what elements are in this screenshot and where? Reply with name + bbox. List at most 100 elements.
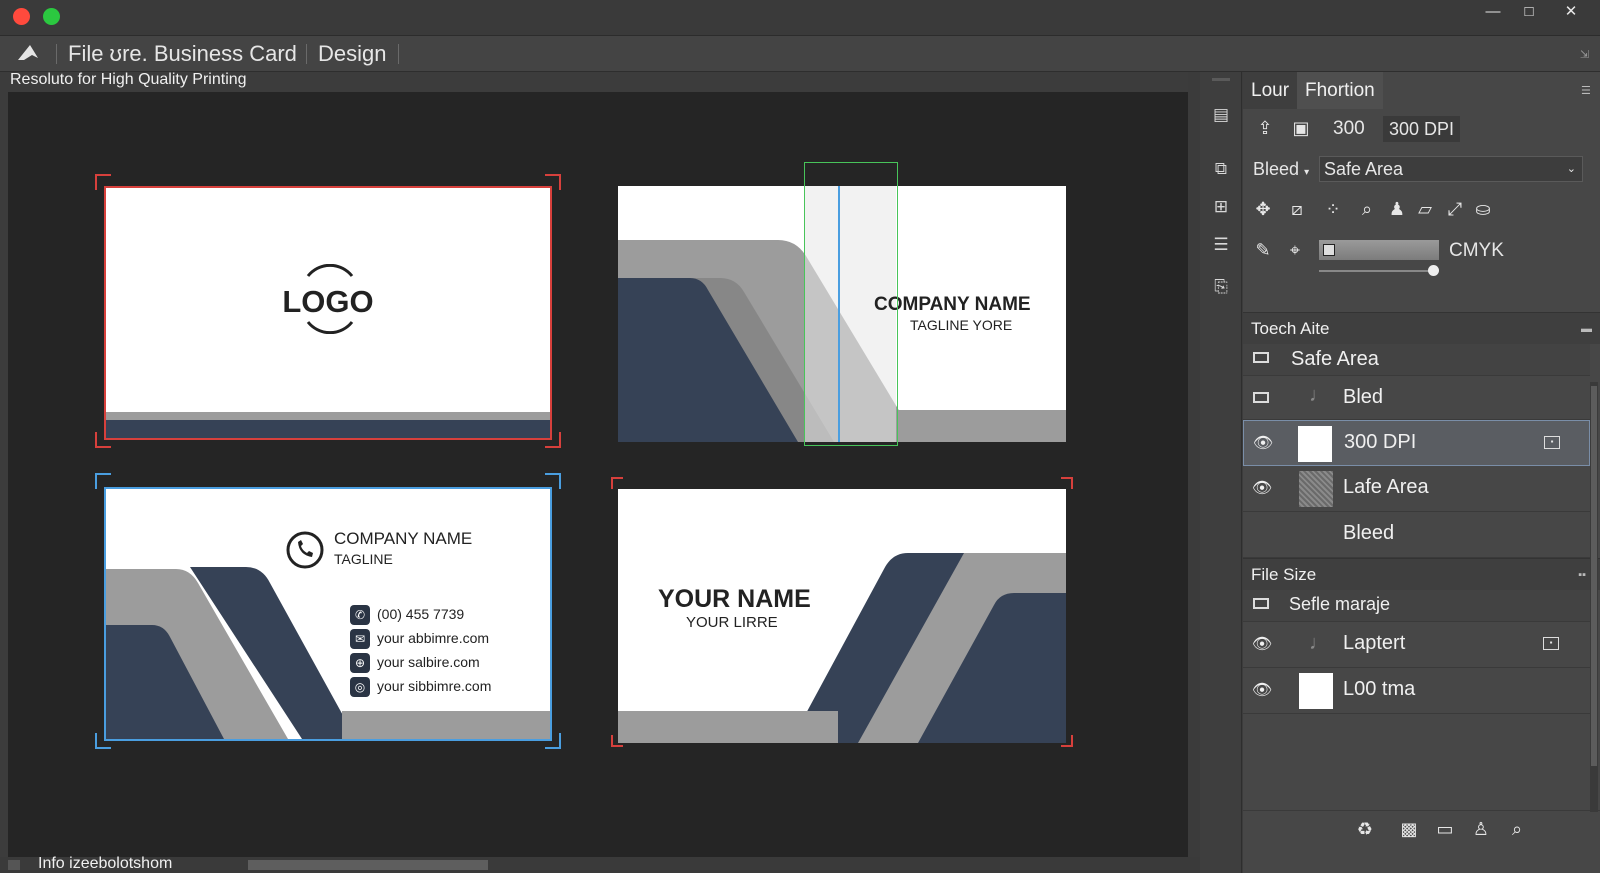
layer-row[interactable]: 👁 Lafe Area bbox=[1243, 466, 1590, 512]
image-icon[interactable]: ▩ bbox=[1397, 817, 1421, 841]
upload-icon[interactable]: ⇪ bbox=[1253, 116, 1277, 140]
crop-mark[interactable] bbox=[545, 733, 561, 749]
center-guide-line[interactable] bbox=[838, 186, 840, 442]
layer-row[interactable]: ♩ Bled bbox=[1243, 376, 1590, 420]
arrow-logo-icon[interactable] bbox=[16, 42, 42, 64]
section-menu-icon[interactable]: ▬ bbox=[1581, 313, 1592, 345]
canvas-area[interactable]: LOGO COMPANY NAME TAGLINE YORE COMPANY N… bbox=[8, 92, 1188, 857]
crosshair-icon[interactable]: ⌖ bbox=[1283, 238, 1307, 262]
recycle-icon[interactable]: ♻ bbox=[1353, 817, 1377, 841]
card-logo[interactable]: LOGO bbox=[104, 186, 552, 440]
layer-row[interactable]: Safe Area bbox=[1243, 344, 1590, 376]
properties-panel: Lour Fhortion ☰ ⇪ ▣ 300 300 DPI Bleed ▾ … bbox=[1243, 72, 1600, 873]
menu-design[interactable]: Design bbox=[318, 41, 386, 67]
crop-mark[interactable] bbox=[545, 432, 561, 448]
resize-icon[interactable]: ⤢ bbox=[1443, 197, 1467, 221]
layer-row[interactable]: Bleed bbox=[1243, 512, 1590, 558]
hidden-layer-icon[interactable] bbox=[1253, 392, 1269, 403]
hidden-layer-icon[interactable] bbox=[1253, 598, 1269, 609]
section-header-file-size[interactable]: File Size ▪▪ bbox=[1243, 558, 1600, 590]
layer-options-icon[interactable]: ▪ bbox=[1544, 436, 1560, 449]
user-icon[interactable]: ♙ bbox=[1469, 817, 1493, 841]
person-icon[interactable]: ♟ bbox=[1385, 197, 1409, 221]
crop-mark[interactable] bbox=[95, 473, 111, 489]
phone-logo-icon bbox=[286, 531, 324, 569]
crop-mark[interactable] bbox=[1061, 477, 1073, 489]
layers-scrollbar[interactable] bbox=[1590, 382, 1598, 812]
printer-icon[interactable]: ▤ bbox=[1210, 104, 1232, 126]
eye-icon[interactable]: 👁 bbox=[1252, 433, 1274, 455]
search-icon[interactable]: ⌕ bbox=[1505, 817, 1529, 841]
resolution-dpi-field[interactable]: 300 DPI bbox=[1383, 116, 1461, 142]
web-icon: ⊕ bbox=[350, 653, 370, 673]
minimize-icon[interactable]: — bbox=[1478, 2, 1508, 24]
status-text: Info izeebolotshom bbox=[38, 855, 173, 872]
tab-fhortion[interactable]: Fhortion bbox=[1297, 72, 1383, 109]
slider-track[interactable] bbox=[1319, 265, 1439, 276]
crop-mark[interactable] bbox=[611, 735, 623, 747]
section-menu-icon[interactable]: ▪▪ bbox=[1578, 559, 1586, 591]
zoom-icon[interactable]: ⌕ bbox=[1355, 197, 1379, 221]
tab-lour[interactable]: Lour bbox=[1243, 72, 1298, 109]
layer-row[interactable]: Sefle maraje bbox=[1243, 590, 1590, 622]
path-icon[interactable]: ⁘ bbox=[1321, 197, 1345, 221]
eyedropper-icon[interactable]: ✎ bbox=[1251, 238, 1275, 262]
card-name[interactable]: YOUR NAME YOUR LIRRE bbox=[618, 489, 1066, 743]
swatch-icon bbox=[1323, 244, 1335, 256]
status-bar: Info izeebolotshom bbox=[0, 855, 1200, 873]
crop-mark[interactable] bbox=[1061, 735, 1073, 747]
tool-strip: ▤ ⧉ ⊞ ☰ ⎘ bbox=[1200, 72, 1242, 873]
eye-icon[interactable]: 👁 bbox=[1251, 680, 1273, 702]
social-icon: ◎ bbox=[350, 677, 370, 697]
your-title-text: YOUR LIRRE bbox=[686, 614, 778, 631]
safe-area-guide[interactable] bbox=[804, 162, 898, 446]
stamp-icon[interactable]: ⛀ bbox=[1471, 197, 1495, 221]
crop-mark[interactable] bbox=[95, 733, 111, 749]
crop-mark[interactable] bbox=[611, 477, 623, 489]
layers-scrollbar-thumb[interactable] bbox=[1591, 386, 1597, 766]
safe-area-select[interactable]: Safe Area ⌄ bbox=[1319, 156, 1583, 182]
canvas-vertical-scrollbar[interactable] bbox=[1188, 72, 1200, 857]
transform-icon[interactable]: ⊞ bbox=[1210, 196, 1232, 218]
bleed-dropdown[interactable]: Bleed ▾ bbox=[1253, 156, 1309, 186]
slider-handle[interactable] bbox=[1428, 265, 1439, 276]
maximize-window-dot[interactable] bbox=[43, 8, 60, 25]
image-size-icon[interactable]: ▣ bbox=[1289, 116, 1313, 140]
layer-options-icon[interactable]: ▪ bbox=[1543, 637, 1559, 650]
chevron-down-icon: ▾ bbox=[1304, 167, 1310, 178]
color-mode-label[interactable]: CMYK bbox=[1449, 240, 1504, 262]
layer-row[interactable]: 👁 L00 tma bbox=[1243, 668, 1590, 714]
maximize-icon[interactable]: □ bbox=[1514, 2, 1544, 24]
resolution-value[interactable]: 300 bbox=[1333, 118, 1365, 140]
crop-mark[interactable] bbox=[545, 473, 561, 489]
scale-icon[interactable]: ⧄ bbox=[1285, 197, 1309, 221]
align-icon[interactable]: ☰ bbox=[1210, 234, 1232, 256]
move-icon[interactable]: ✥ bbox=[1251, 197, 1275, 221]
export-icon[interactable]: ⎘ bbox=[1210, 276, 1232, 298]
panel-menu-icon[interactable]: ☰ bbox=[1581, 84, 1591, 97]
panel-expand-icon[interactable]: ⇲ bbox=[1580, 48, 1589, 61]
layer-row[interactable]: 👁 ♩ Laptert ▪ bbox=[1243, 622, 1590, 668]
close-window-dot[interactable] bbox=[13, 8, 30, 25]
crop-mark[interactable] bbox=[95, 174, 111, 190]
toolstrip-grip bbox=[1212, 78, 1230, 81]
close-icon[interactable]: ✕ bbox=[1556, 2, 1586, 24]
layer-row-selected[interactable]: 👁 300 DPI ▪ bbox=[1243, 420, 1590, 466]
eye-icon[interactable]: 👁 bbox=[1251, 478, 1273, 500]
new-layer-icon[interactable]: ▭ bbox=[1433, 817, 1457, 841]
eye-icon[interactable]: 👁 bbox=[1251, 634, 1273, 656]
layer-name: Sefle maraje bbox=[1289, 594, 1391, 614]
hidden-layer-icon[interactable] bbox=[1253, 352, 1269, 363]
music-note-icon: ♩ bbox=[1309, 384, 1329, 406]
color-gradient-bar[interactable] bbox=[1319, 240, 1439, 260]
layer-thumbnail bbox=[1298, 426, 1332, 462]
card-contact[interactable]: COMPANY NAME TAGLINE ✆ (00) 455 7739 ✉ y… bbox=[104, 487, 552, 741]
page-icon[interactable]: ▱ bbox=[1413, 197, 1437, 221]
horizontal-scrollbar[interactable] bbox=[248, 860, 488, 870]
crop-tool-icon[interactable]: ⧉ bbox=[1210, 158, 1232, 180]
crop-mark[interactable] bbox=[545, 174, 561, 190]
contact-web: your salbire.com bbox=[377, 654, 480, 670]
section-header-toech-aite[interactable]: Toech Aite ▬ bbox=[1243, 312, 1600, 344]
document-title[interactable]: File ʊre. Business Card bbox=[68, 41, 297, 67]
crop-mark[interactable] bbox=[95, 432, 111, 448]
